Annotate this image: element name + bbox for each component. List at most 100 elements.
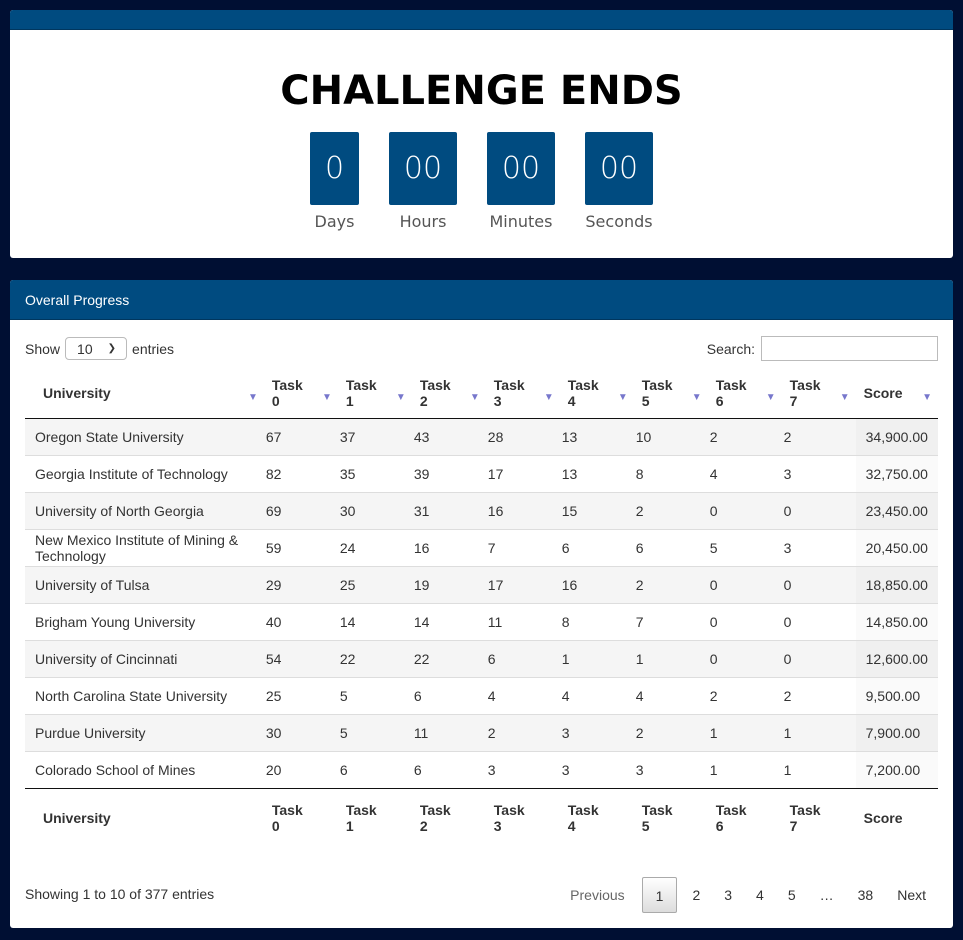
task-cell: 3 (781, 528, 856, 566)
column-footer-task-4: Task 4 (559, 787, 634, 848)
university-cell: University of Tulsa (25, 565, 264, 603)
search-label: Search: (706, 340, 755, 357)
previous-button[interactable]: Previous (558, 877, 641, 913)
page-button-4[interactable]: 4 (744, 877, 776, 913)
task-cell: 29 (263, 565, 338, 603)
entries-label: entries (132, 340, 175, 357)
task-cell: 3 (633, 750, 708, 788)
task-cell: 15 (559, 491, 634, 529)
column-header-score[interactable]: Score ▼ (855, 368, 938, 419)
page-button-5[interactable]: 5 (776, 877, 808, 913)
task-cell: 54 (263, 639, 338, 677)
task-cell: 0 (707, 491, 782, 529)
task-cell: 0 (707, 639, 782, 677)
countdown-title: CHALLENGE ENDS (280, 68, 683, 114)
header-label: Task (715, 376, 747, 393)
table-row: North Carolina State University 25 5 6 4 4 4 2 2… (25, 676, 938, 714)
column-header-task-7[interactable]: Task 7 ▼ (781, 368, 856, 419)
task-cell: 30 (263, 713, 338, 751)
task-cell: 3 (485, 750, 560, 788)
task-cell: 16 (559, 565, 634, 603)
countdown-label: Minutes (489, 212, 553, 231)
task-cell: 24 (337, 528, 412, 566)
university-cell: Purdue University (25, 713, 264, 751)
table-row: University of Tulsa 29 25 19 17 16 2 0 0 18,850.0… (25, 565, 938, 603)
task-cell: 10 (635, 428, 652, 445)
page-length-select[interactable]: 10 ❯ (65, 337, 128, 360)
task-cell: 2 (707, 676, 782, 714)
task-cell: 3 (559, 713, 634, 751)
table-row: Georgia Institute of Technology 82 35 39 17 1… (25, 454, 938, 492)
sort-arrow-icon: ▼ (469, 392, 480, 403)
header-label: Task (641, 376, 673, 393)
task-cell: 13 (559, 454, 634, 492)
header-label: Task (271, 802, 303, 819)
task-cell: 2 (485, 713, 560, 751)
column-header-university[interactable]: University ▼ (25, 368, 264, 419)
column-header-task-5[interactable]: Task 5 ▼ (633, 368, 708, 419)
header-label-number: 4 (567, 392, 576, 409)
task-cell: 8 (559, 602, 634, 640)
task-cell: 5 (337, 676, 412, 714)
task-cell: 6 (559, 528, 634, 566)
task-cell: 3 (559, 750, 634, 788)
page-button-38[interactable]: 38 (846, 877, 886, 913)
header-label: Task (493, 802, 525, 819)
sort-arrow-icon: ▼ (395, 392, 406, 403)
column-header-task-3[interactable]: Task 3 ▼ (485, 368, 560, 419)
search-input[interactable] (761, 336, 938, 361)
task-cell: 43 (413, 428, 430, 445)
column-header-task-2[interactable]: Task 2 ▼ (411, 368, 486, 419)
task-cell: 4 (707, 454, 782, 492)
column-header-task-0[interactable]: Task 0 ▼ (263, 368, 338, 419)
header-label: Task (567, 802, 599, 819)
header-label-number: 5 (641, 392, 650, 409)
task-cell: 6 (411, 676, 486, 714)
header-label-number: 6 (715, 392, 724, 409)
sort-arrow-icon: ▼ (247, 392, 258, 403)
countdown-hours: 00 Hours (389, 132, 457, 231)
university-cell: New Mexico Institute of Mining & Technol… (25, 528, 264, 566)
task-cell: 20 (263, 750, 338, 788)
sort-arrow-icon: ▼ (691, 392, 702, 403)
task-cell: 17 (485, 454, 560, 492)
task-cell: 39 (411, 454, 486, 492)
header-label: Task (641, 802, 673, 819)
task-cell: 37 (339, 428, 356, 445)
header-label: Task (493, 376, 525, 393)
column-header-task-4[interactable]: Task 4 ▼ (559, 368, 634, 419)
next-button[interactable]: Next (885, 877, 938, 913)
task-cell: 82 (263, 454, 338, 492)
score-cell: 14,850.00 (855, 602, 938, 640)
column-footer-task-3: Task 3 (485, 787, 560, 848)
score-cell: 7,200.00 (855, 750, 938, 788)
header-label: Task (419, 376, 451, 393)
page-length-control: Show 10 ❯ entries (25, 337, 174, 360)
header-label: Task (789, 376, 821, 393)
task-cell: 2 (633, 565, 708, 603)
task-cell: 4 (633, 676, 708, 714)
panel-title: Overall Progress (10, 280, 953, 320)
task-cell: 1 (559, 639, 634, 677)
page-button-3[interactable]: 3 (712, 877, 744, 913)
chevron-down-icon: ❯ (107, 343, 117, 354)
page-button-2[interactable]: 2 (680, 877, 712, 913)
header-label-number: 0 (271, 392, 280, 409)
panel-header-bar (10, 10, 953, 30)
header-label-number: 2 (419, 392, 428, 409)
score-cell: 9,500.00 (855, 676, 938, 714)
column-header-task-1[interactable]: Task 1 ▼ (337, 368, 412, 419)
column-header-task-6[interactable]: Task 6 ▼ (707, 368, 782, 419)
task-cell: 35 (337, 454, 412, 492)
task-cell: 28 (487, 428, 504, 445)
table-row: Brigham Young University 40 14 14 11 8 7 0 0 14,8… (25, 602, 938, 640)
column-footer-task-0: Task 0 (263, 787, 338, 848)
task-cell: 13 (561, 428, 578, 445)
score-cell: 32,750.00 (855, 454, 938, 492)
header-label: Score (863, 384, 903, 401)
task-cell: 11 (411, 713, 486, 751)
task-cell: 0 (707, 602, 782, 640)
header-label: University (43, 810, 111, 827)
countdown-panel: CHALLENGE ENDS 0 Days 00 Hours 00 Minutes 00 Se… (10, 10, 953, 258)
page-button-1[interactable]: 1 (641, 877, 678, 913)
